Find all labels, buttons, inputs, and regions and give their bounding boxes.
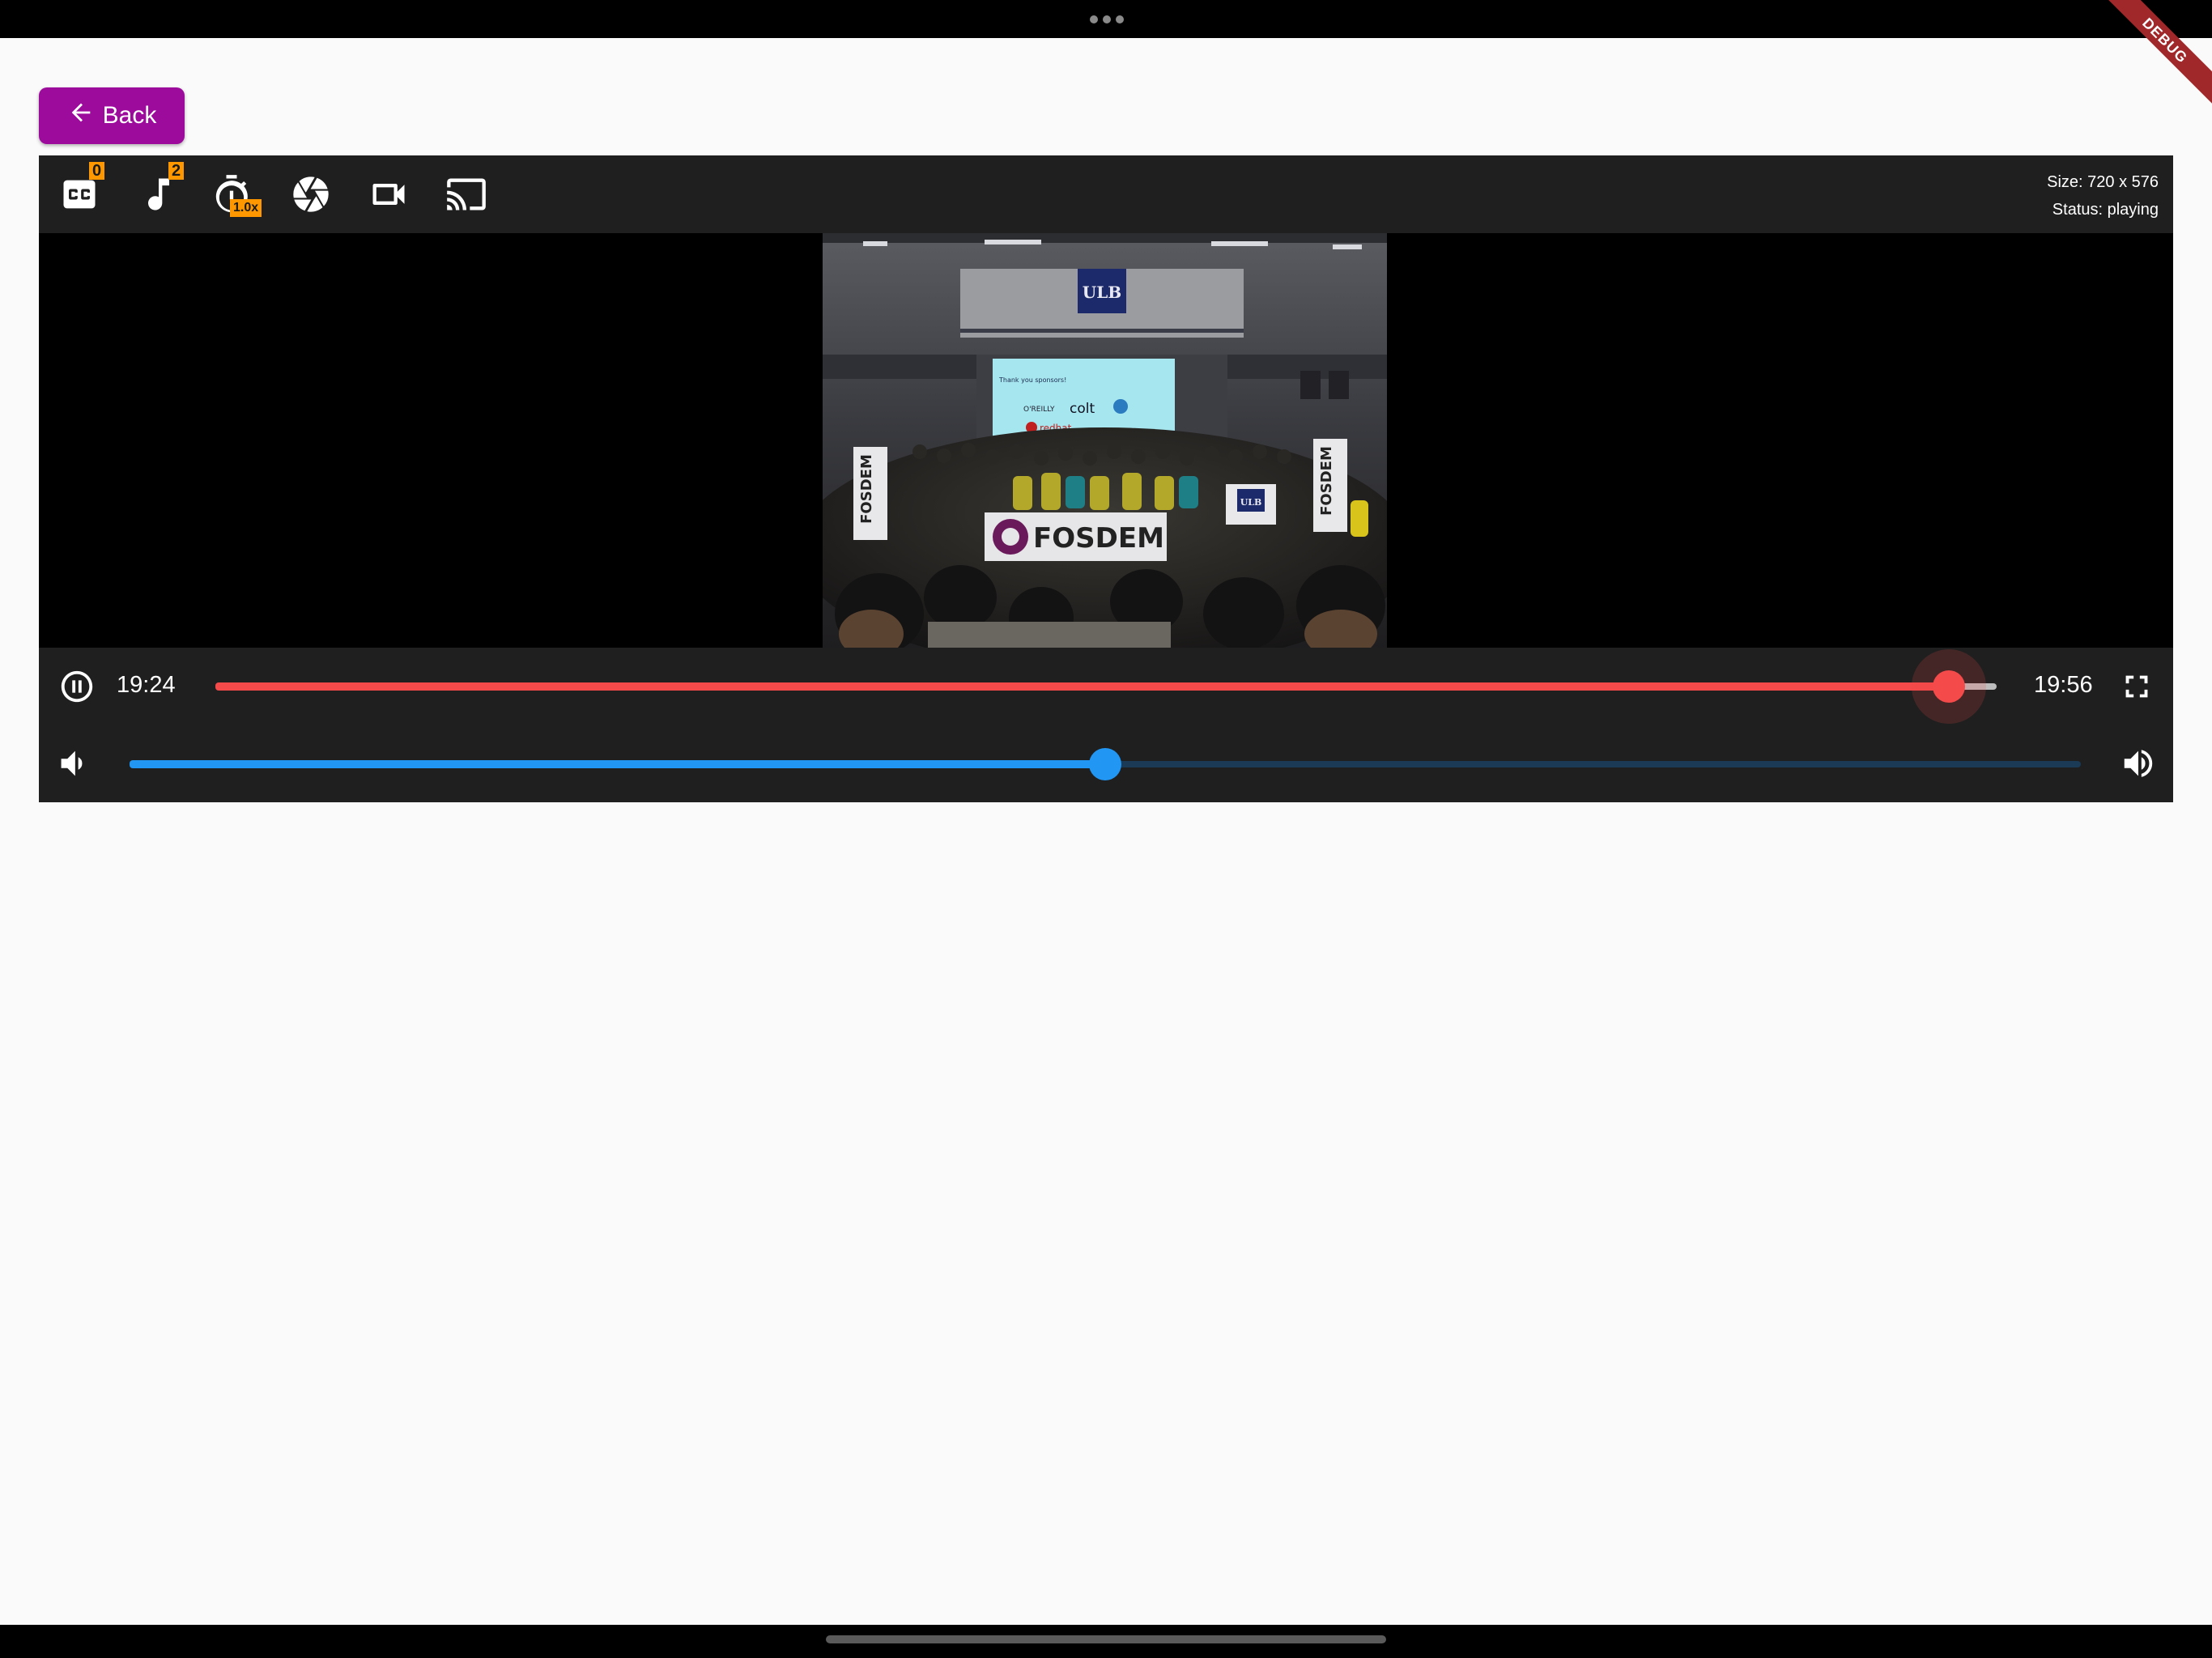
debug-banner: DEBUG	[2050, 0, 2212, 162]
player-toolbar: 0 2 1.0x Size: 720 x 576 Status: playing	[39, 155, 2173, 233]
volume-thumb[interactable]	[1089, 748, 1121, 780]
current-position-text: 19:24	[117, 672, 176, 698]
sponsor-oreilly-text: O'REILLY	[1023, 406, 1055, 414]
volume-slider[interactable]	[130, 745, 2081, 784]
record-video-button[interactable]	[368, 173, 410, 215]
sponsor-colt-text: colt	[1070, 401, 1095, 417]
right-side-banner-text: FOSDEM	[1318, 446, 1335, 516]
home-indicator[interactable]	[826, 1635, 1386, 1643]
seek-slider[interactable]	[215, 649, 1997, 724]
subtitles-button[interactable]: 0	[58, 162, 105, 215]
volume-up-button[interactable]	[2120, 745, 2157, 782]
back-button-label: Back	[102, 102, 157, 129]
video-size-text: Size: 720 x 576	[2047, 173, 2159, 191]
camera-shutter-icon	[290, 173, 332, 215]
video-status-text: Status: playing	[2052, 201, 2159, 219]
podium-sign-text: ULB	[1240, 497, 1262, 508]
playback-speed-button[interactable]: 1.0x	[211, 173, 262, 217]
volume-controls	[39, 725, 2173, 802]
video-player: 0 2 1.0x Size: 720 x 576 Status: playing…	[39, 155, 2173, 802]
seek-track-played	[215, 682, 1949, 691]
video-frame: ULB Thank you sponsors! O'REILLY colt re…	[823, 233, 1387, 648]
volume-down-button[interactable]	[53, 745, 91, 782]
arrow-back-icon	[67, 99, 95, 133]
screen-heading-text: Thank you sponsors!	[998, 376, 1066, 384]
video-info: Size: 720 x 576 Status: playing	[2047, 168, 2159, 223]
video-surface[interactable]: ULB Thank you sponsors! O'REILLY colt re…	[39, 233, 2173, 648]
video-frame-image: ULB Thank you sponsors! O'REILLY colt re…	[823, 233, 1387, 648]
cast-button[interactable]	[445, 173, 487, 215]
pause-icon	[58, 668, 96, 705]
volume-down-icon	[53, 745, 91, 782]
screenshot-button[interactable]	[290, 173, 332, 215]
back-button[interactable]: Back	[39, 87, 185, 144]
fosdem-banner-text: FOSDEM	[1033, 522, 1164, 555]
duration-text: 19:56	[2034, 672, 2093, 698]
pause-button[interactable]	[58, 668, 96, 705]
ulb-sign-text: ULB	[1083, 283, 1121, 302]
left-side-banner-text: FOSDEM	[858, 454, 875, 524]
multitasking-dots[interactable]	[1090, 15, 1124, 23]
playback-controls: 19:24 19:56	[39, 648, 2173, 725]
videocam-icon	[368, 173, 410, 215]
playback-speed-badge: 1.0x	[230, 199, 262, 217]
fullscreen-button[interactable]	[2118, 668, 2155, 705]
audio-tracks-count-badge: 2	[168, 162, 185, 180]
system-status-bar	[0, 0, 2212, 38]
seek-thumb[interactable]	[1932, 670, 1965, 703]
volume-track-active	[130, 760, 1105, 768]
fullscreen-icon	[2118, 668, 2155, 705]
subtitles-count-badge: 0	[89, 162, 105, 180]
debug-banner-label: DEBUG	[2088, 0, 2212, 117]
volume-up-icon	[2120, 745, 2157, 782]
cast-icon	[445, 173, 487, 215]
audio-tracks-button[interactable]: 2	[138, 162, 185, 215]
